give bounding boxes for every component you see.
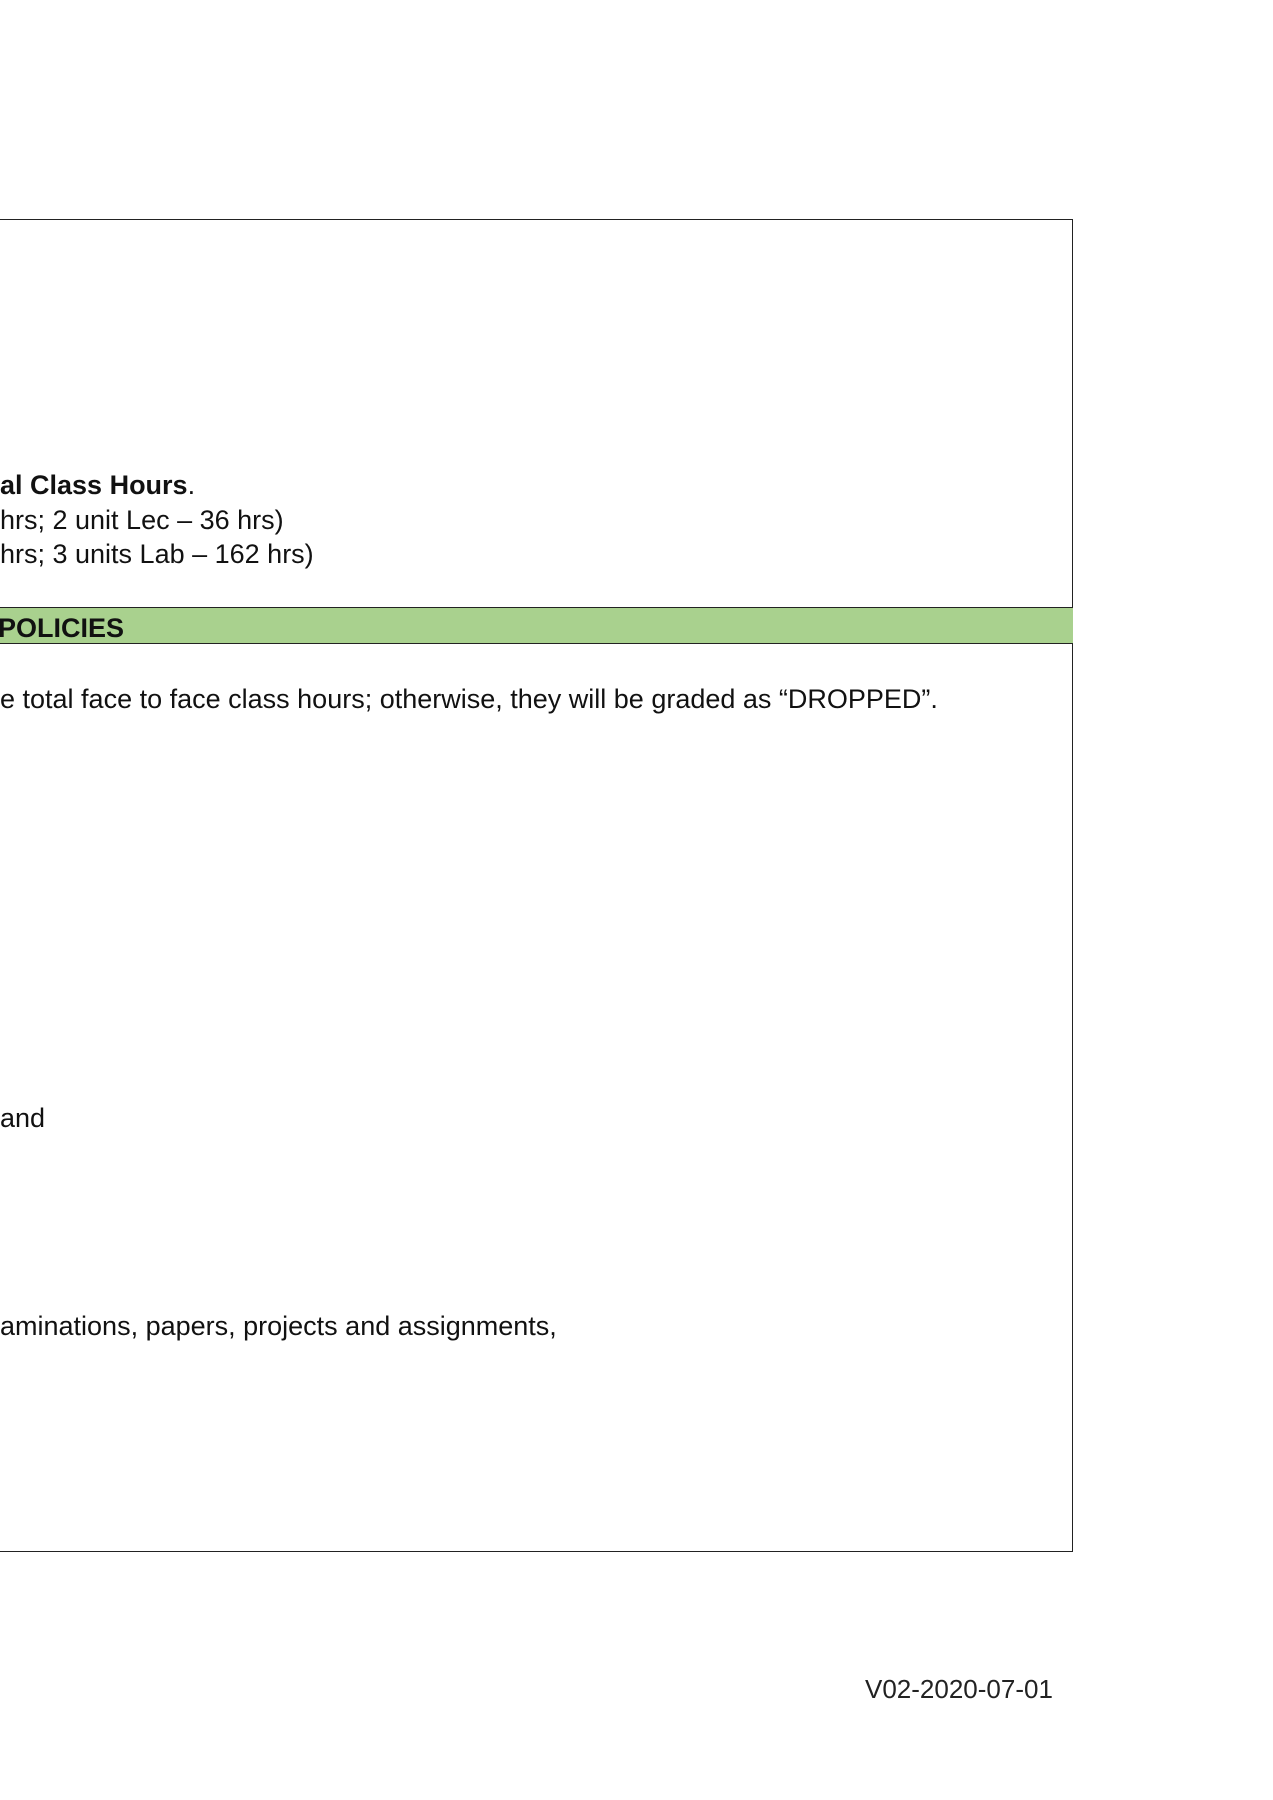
policies-heading: POLICIES bbox=[0, 613, 125, 643]
examinations-policy-line: aminations, papers, projects and assignm… bbox=[0, 1311, 557, 1341]
document-version: V02-2020-07-01 bbox=[865, 1674, 1053, 1704]
policies-section-header: POLICIES bbox=[0, 607, 1073, 644]
document-table-border bbox=[0, 219, 1073, 1552]
class-hours-period: . bbox=[187, 470, 196, 500]
class-hours-line: al Class Hours. bbox=[0, 472, 195, 499]
lecture-hours-line: hrs; 2 unit Lec – 36 hrs) bbox=[0, 505, 284, 535]
policy-line-and: and bbox=[0, 1103, 46, 1133]
lab-hours-line: hrs; 3 units Lab – 162 hrs) bbox=[0, 539, 314, 569]
attendance-policy-line: e total face to face class hours; otherw… bbox=[0, 684, 938, 714]
class-hours-heading: al Class Hours bbox=[0, 470, 188, 500]
